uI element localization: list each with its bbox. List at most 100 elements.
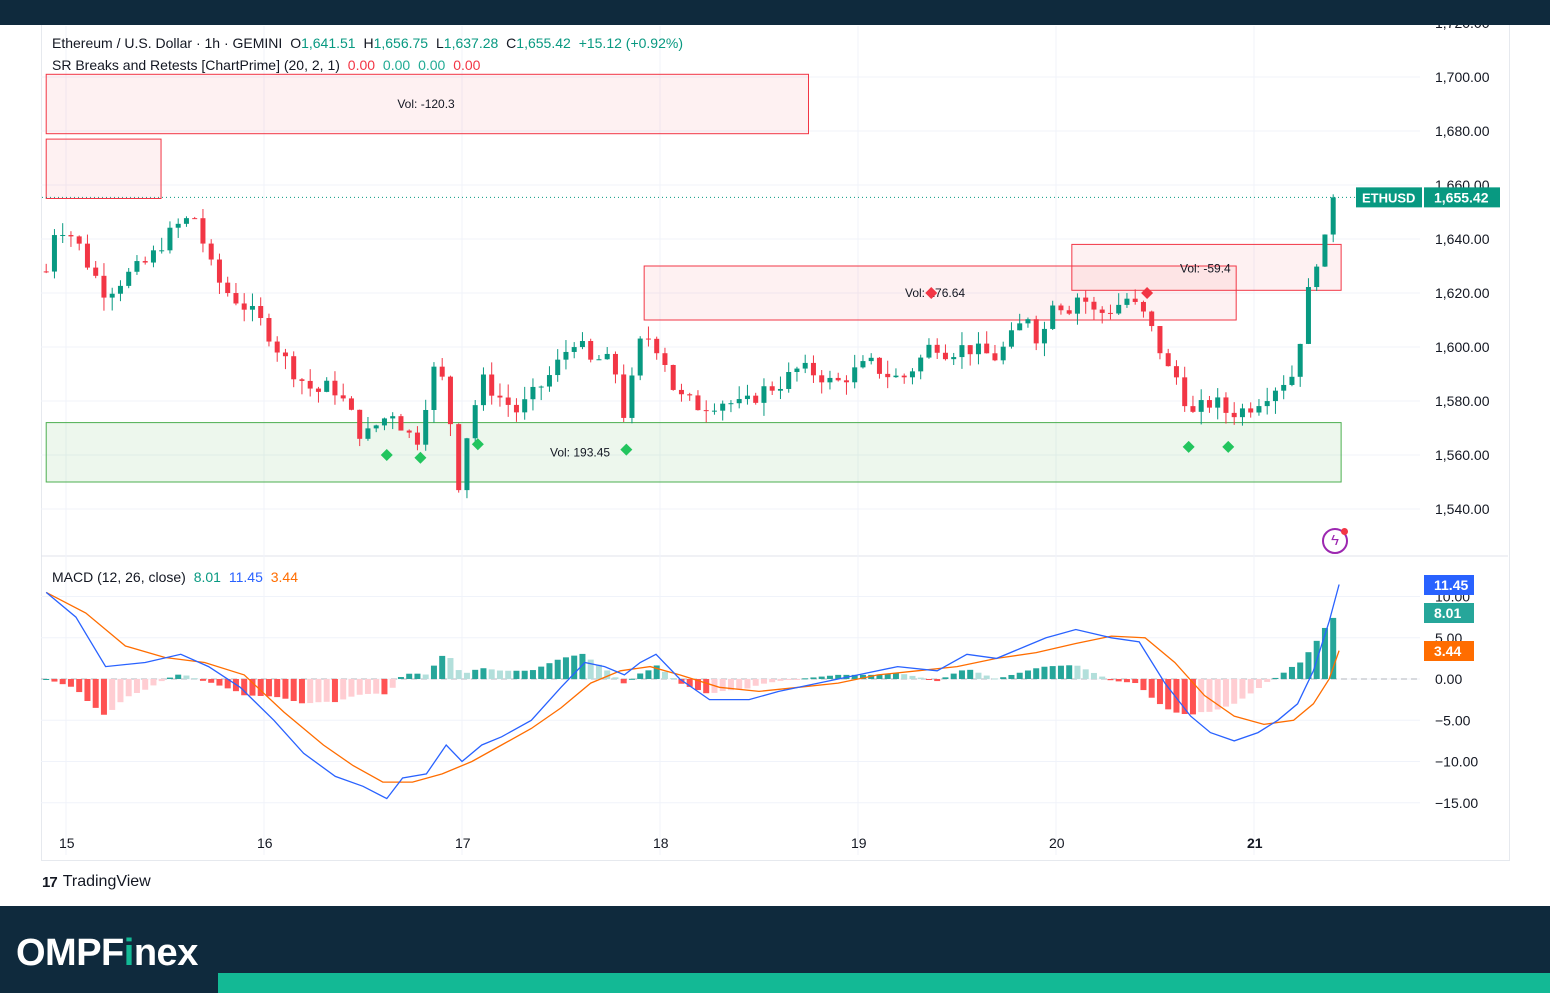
candle-down bbox=[208, 243, 214, 260]
macd-histogram-bar bbox=[463, 672, 470, 679]
macd-histogram-bar bbox=[109, 679, 116, 710]
candle-up bbox=[720, 403, 726, 411]
candle-up bbox=[1008, 330, 1014, 347]
candle-down bbox=[1223, 397, 1229, 413]
macd-histogram-bar bbox=[364, 679, 371, 694]
candle-down bbox=[1058, 305, 1064, 311]
macd-histogram-bar bbox=[612, 677, 619, 679]
candle-up bbox=[365, 428, 371, 439]
macd-histogram-bar bbox=[150, 679, 157, 686]
candle-up bbox=[522, 399, 528, 413]
candle-down bbox=[810, 362, 816, 376]
candle-up bbox=[109, 293, 115, 298]
macd-histogram-bar bbox=[158, 679, 165, 682]
macd-histogram-bar bbox=[1239, 679, 1246, 699]
macd-histogram-bar bbox=[793, 679, 800, 680]
macd-histogram-bar bbox=[117, 679, 124, 703]
candle-down bbox=[819, 375, 825, 383]
candle-down bbox=[142, 261, 148, 263]
candle-down bbox=[456, 424, 462, 491]
macd-histogram-bar bbox=[430, 665, 437, 679]
macd-histogram-bar bbox=[92, 679, 99, 708]
candle-down bbox=[654, 338, 660, 354]
candle-down bbox=[505, 397, 511, 405]
chart-canvas[interactable]: 1,540.00 1,560.00 1,580.00 1,600.00 1,620.00… bbox=[0, 25, 1550, 905]
candle-up bbox=[918, 357, 924, 372]
candle-down bbox=[1099, 309, 1105, 313]
macd-histogram-bar bbox=[826, 675, 833, 679]
macd-histogram-bar bbox=[76, 679, 83, 693]
tradingview-text: TradingView bbox=[62, 873, 151, 890]
candle-down bbox=[274, 341, 280, 353]
macd-histogram-bar bbox=[1206, 679, 1213, 712]
macd-name[interactable]: MACD (12, 26, close) bbox=[52, 569, 186, 585]
candle-down bbox=[93, 267, 99, 276]
candle-up bbox=[134, 261, 140, 272]
candle-down bbox=[101, 275, 107, 298]
candle-up bbox=[579, 341, 585, 348]
candle-up bbox=[711, 410, 717, 412]
candle-down bbox=[992, 353, 998, 361]
candle-down bbox=[233, 293, 239, 304]
time-axis-tick: 16 bbox=[257, 835, 273, 851]
macd-histogram-bar bbox=[59, 679, 66, 685]
brand-part-b: i bbox=[123, 932, 135, 974]
candle-up bbox=[959, 345, 965, 358]
candle-down bbox=[68, 235, 74, 237]
candle-up bbox=[464, 438, 470, 491]
candle-up bbox=[546, 375, 552, 387]
lightning-icon[interactable]: ϟ bbox=[1322, 528, 1348, 554]
macd-histogram-bar bbox=[703, 679, 710, 694]
candle-down bbox=[357, 409, 363, 439]
candle-up bbox=[167, 227, 173, 251]
macd-histogram-bar bbox=[290, 679, 297, 701]
macd-histogram-bar bbox=[983, 675, 990, 679]
macd-histogram-bar bbox=[1330, 617, 1337, 679]
macd-histogram-bar bbox=[562, 657, 569, 679]
symbol-title[interactable]: Ethereum / U.S. Dollar · 1h · GEMINI bbox=[52, 35, 282, 51]
candle-down bbox=[1157, 326, 1163, 354]
footer-stripe bbox=[218, 973, 1550, 993]
macd-histogram-bar bbox=[587, 659, 594, 679]
time-axis-tick: 20 bbox=[1049, 835, 1065, 851]
macd-histogram-bar bbox=[1288, 666, 1295, 679]
macd-histogram-bar bbox=[901, 674, 908, 679]
candle-up bbox=[1025, 319, 1031, 324]
macd-histogram-bar bbox=[1016, 672, 1023, 679]
candle-up bbox=[761, 386, 767, 403]
macd-histogram-bar bbox=[595, 664, 602, 679]
indicator-name[interactable]: SR Breaks and Retests [ChartPrime] (20, … bbox=[52, 57, 340, 73]
price-axis-tick: 1,540.00 bbox=[1435, 501, 1490, 517]
candle-up bbox=[381, 418, 387, 426]
hist-tag-text: 8.01 bbox=[1434, 605, 1461, 621]
candle-up bbox=[1305, 287, 1311, 344]
candle-up bbox=[951, 357, 957, 360]
tradingview-logo[interactable]: 17 TradingView bbox=[42, 873, 151, 891]
candle-up bbox=[868, 357, 874, 362]
candle-down bbox=[695, 395, 701, 411]
candle-down bbox=[984, 343, 990, 354]
price-axis-tick: 1,560.00 bbox=[1435, 447, 1490, 463]
candle-up bbox=[1281, 384, 1287, 391]
candle-up bbox=[629, 375, 635, 418]
candle-down bbox=[588, 341, 594, 360]
macd-histogram-bar bbox=[1000, 677, 1007, 679]
macd-histogram-bar bbox=[397, 677, 404, 679]
candle-down bbox=[1033, 319, 1039, 344]
zone-volume-label: Vol: 193.45 bbox=[550, 446, 610, 460]
macd-histogram-bar bbox=[340, 679, 347, 700]
macd-histogram-bar bbox=[736, 679, 743, 690]
macd-histogram-bar bbox=[513, 670, 520, 679]
macd-histogram-bar bbox=[637, 673, 644, 679]
ompfinex-logo: OMPFinex bbox=[16, 932, 198, 975]
candle-down bbox=[266, 318, 272, 342]
candle-down bbox=[1066, 310, 1072, 314]
macd-histogram-bar bbox=[331, 679, 338, 703]
macd-histogram-bar bbox=[1107, 679, 1114, 681]
indicator-value-4: 0.00 bbox=[453, 57, 481, 73]
macd-histogram-bar bbox=[1297, 662, 1304, 679]
candle-up bbox=[1289, 376, 1295, 385]
macd-histogram-bar bbox=[67, 679, 74, 687]
candle-up bbox=[571, 347, 577, 352]
macd-histogram-bar bbox=[216, 679, 223, 686]
